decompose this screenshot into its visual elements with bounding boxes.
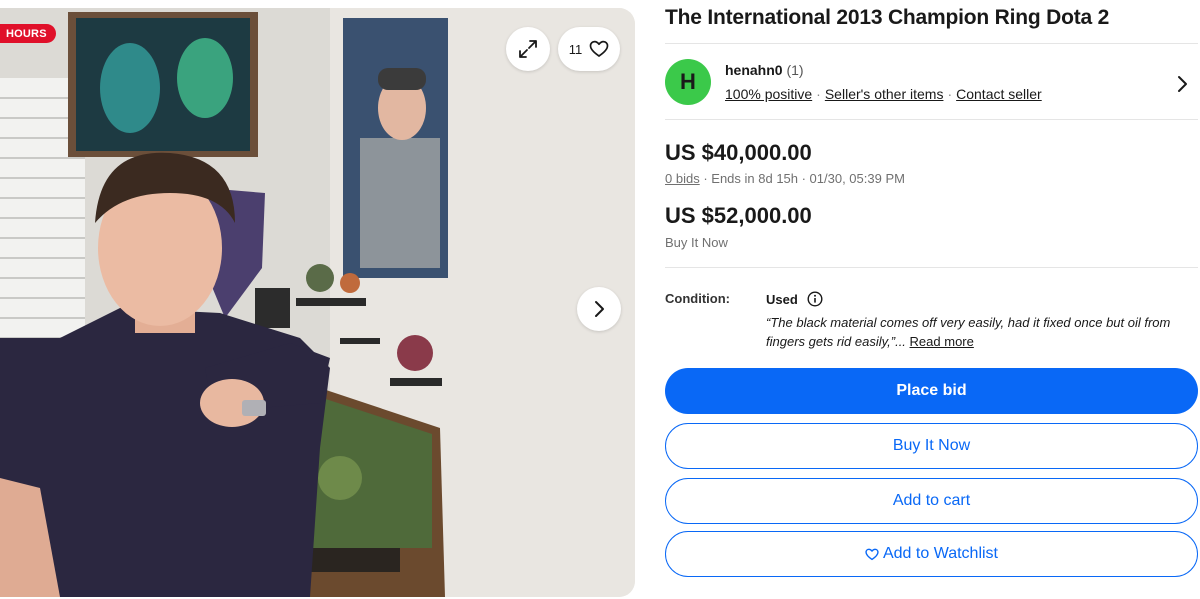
divider <box>665 43 1198 44</box>
auction-end-time: · Ends in 8d 15h · 01/30, 05:39 PM <box>703 171 905 186</box>
condition-value: Used <box>766 291 823 307</box>
next-image-button[interactable] <box>577 287 621 331</box>
separator: · <box>816 86 821 102</box>
seller-avatar[interactable]: H <box>665 59 711 105</box>
heart-icon <box>865 548 879 560</box>
heart-icon <box>589 40 609 57</box>
chevron-right-icon <box>595 301 604 317</box>
condition-text: Used <box>766 291 798 307</box>
expand-icon <box>519 40 537 58</box>
condition-label: Condition: <box>665 291 730 306</box>
watchers-count: 11 <box>568 41 583 57</box>
info-icon[interactable] <box>807 291 823 307</box>
seller-username[interactable]: henahn0 <box>725 62 783 78</box>
current-bid-price: US $40,000.00 <box>665 140 812 165</box>
condition-description: “The black material comes off very easil… <box>766 313 1191 351</box>
listing-photo[interactable] <box>0 8 635 597</box>
add-to-cart-button[interactable]: Add to cart <box>665 478 1198 524</box>
buy-it-now-price: US $52,000.00 <box>665 203 812 228</box>
separator: · <box>947 86 953 102</box>
time-remaining-badge: HOURS <box>0 24 56 43</box>
expand-button[interactable] <box>506 27 550 71</box>
place-bid-button[interactable]: Place bid <box>665 368 1198 414</box>
contact-seller-link[interactable]: Contact seller <box>956 86 1042 102</box>
seller-chevron-right-icon[interactable] <box>1176 75 1188 93</box>
watchers-button[interactable]: 11 <box>558 27 620 71</box>
listing-details: The International 2013 Champion Ring Dot… <box>665 0 1198 599</box>
add-to-watchlist-button[interactable]: Add to Watchlist <box>665 531 1198 577</box>
read-more-link[interactable]: Read more <box>910 334 974 349</box>
bid-info: 0 bids · Ends in 8d 15h · 01/30, 05:39 P… <box>665 171 905 186</box>
seller-feedback-count: (1) <box>786 62 804 78</box>
bids-count-link[interactable]: 0 bids <box>665 171 700 186</box>
add-to-watchlist-label: Add to Watchlist <box>882 545 998 562</box>
divider <box>665 267 1198 268</box>
seller-other-items-link[interactable]: Seller's other items <box>825 86 944 102</box>
positive-feedback-link[interactable]: 100% positive <box>725 86 812 102</box>
divider <box>665 119 1198 120</box>
seller-links: 100% positive · Seller's other items · Conta… <box>725 86 1042 102</box>
listing-title: The International 2013 Champion Ring Dot… <box>665 6 1110 29</box>
seller-name[interactable]: henahn0 (1) <box>725 62 804 78</box>
image-gallery[interactable]: HOURS 11 <box>0 8 635 597</box>
buy-it-now-button[interactable]: Buy It Now <box>665 423 1198 469</box>
buy-it-now-label: Buy It Now <box>665 235 728 250</box>
